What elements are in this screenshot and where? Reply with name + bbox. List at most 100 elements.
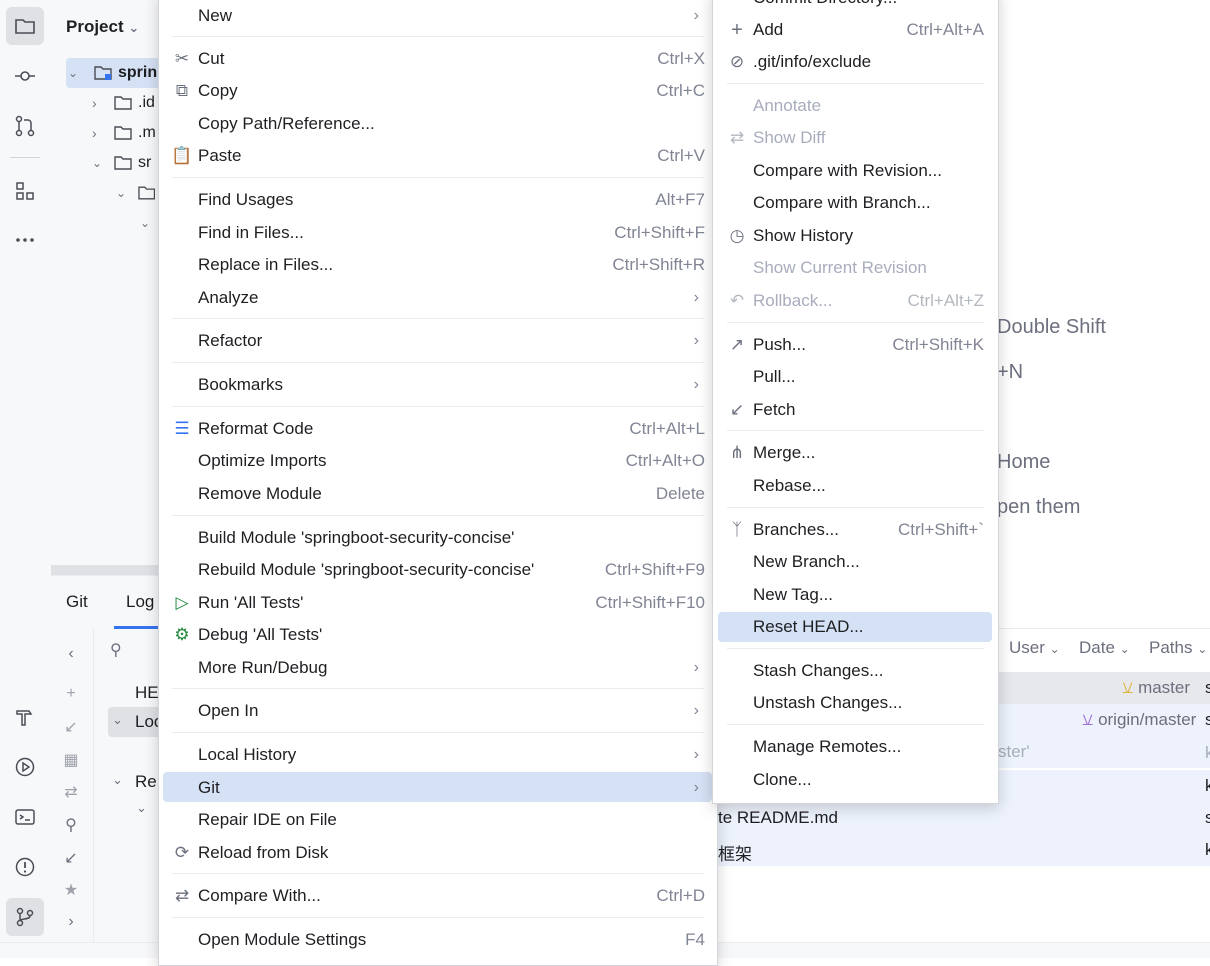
menu-item-cut[interactable]: ✂ Cut Ctrl+X: [170, 43, 705, 75]
menu-item-find-usages[interactable]: Find Usages Alt+F7: [170, 184, 705, 216]
menu-item-show-current-revision[interactable]: Show Current Revision: [725, 252, 984, 284]
menu-item-debug-tests[interactable]: ⚙ Debug 'All Tests': [170, 619, 705, 651]
menu-item-repair-ide[interactable]: Repair IDE on File: [170, 804, 705, 836]
module-folder-icon: [94, 66, 112, 80]
chevron-right-icon: ›: [693, 7, 699, 24]
horizontal-scrollbar[interactable]: [51, 565, 161, 575]
menu-item-rebase[interactable]: Rebase...: [725, 470, 984, 502]
project-tool-button[interactable]: [6, 7, 44, 45]
structure-tool-button[interactable]: [6, 172, 44, 210]
branch-head[interactable]: HE: [135, 683, 159, 703]
run-icon: ▷: [175, 593, 189, 612]
menu-item-git[interactable]: Git ›: [170, 772, 705, 804]
menu-item-show-history[interactable]: ◷ Show History: [725, 220, 984, 252]
chevron-right-icon: ›: [693, 779, 699, 796]
menu-item-git-exclude[interactable]: ⊘ .git/info/exclude: [725, 46, 984, 78]
collapse-left-icon[interactable]: ‹: [61, 644, 81, 664]
column-user[interactable]: User ⌄: [1009, 638, 1060, 658]
menu-item-analyze[interactable]: Analyze ›: [170, 282, 705, 314]
menu-item-reformat-code[interactable]: ☰ Reformat Code Ctrl+Alt+L: [170, 413, 705, 445]
expand-right-icon[interactable]: ›: [61, 912, 81, 932]
menu-item-compare-revision[interactable]: Compare with Revision...: [725, 155, 984, 187]
menu-item-optimize-imports[interactable]: Optimize Imports Ctrl+Alt+O: [170, 445, 705, 477]
fetch-arrow-icon[interactable]: ↙: [61, 717, 81, 737]
column-paths[interactable]: Paths ⌄: [1149, 638, 1207, 658]
menu-item-replace-in-files[interactable]: Replace in Files... Ctrl+Shift+R: [170, 249, 705, 281]
chevron-down-icon: ⌄: [136, 800, 147, 815]
terminal-tool-button[interactable]: [6, 798, 44, 836]
log-row[interactable]: [716, 834, 1210, 866]
tree-item-main[interactable]: ⌄: [116, 178, 161, 208]
branch-search-icon[interactable]: ⚲: [110, 640, 122, 660]
menu-item-fetch[interactable]: ↙ Fetch: [725, 394, 984, 426]
tree-item-root[interactable]: ⌄ sprin: [68, 58, 161, 88]
problems-tool-button[interactable]: [6, 848, 44, 886]
build-tool-button[interactable]: [6, 698, 44, 736]
update-arrow-icon[interactable]: ↙: [61, 848, 81, 868]
menu-item-show-diff[interactable]: ⇄ Show Diff: [725, 122, 984, 154]
menu-item-copy[interactable]: ⧉ Copy Ctrl+C: [170, 75, 705, 107]
menu-item-remove-module[interactable]: Remove Module Delete: [170, 478, 705, 510]
project-panel-title[interactable]: Project ⌄: [66, 17, 139, 37]
plus-icon[interactable]: +: [61, 684, 81, 704]
menu-item-new-tag[interactable]: New Tag...: [725, 579, 984, 611]
menu-item-more-run-debug[interactable]: More Run/Debug ›: [170, 652, 705, 684]
menu-item-clone[interactable]: Clone...: [725, 764, 984, 796]
menu-item-push[interactable]: ↗ Push... Ctrl+Shift+K: [725, 329, 984, 361]
menu-item-annotate[interactable]: Annotate: [725, 90, 984, 122]
menu-item-pull[interactable]: Pull...: [725, 361, 984, 393]
menu-item-add[interactable]: + Add Ctrl+Alt+A: [725, 14, 984, 46]
services-tool-button[interactable]: [6, 748, 44, 786]
chevron-down-icon: ⌄: [116, 186, 127, 200]
tree-item-src[interactable]: ⌄ sr: [92, 148, 161, 178]
folder-icon: [114, 126, 132, 140]
menu-item-run-tests[interactable]: ▷ Run 'All Tests' Ctrl+Shift+F10: [170, 587, 705, 619]
chevron-right-icon: ›: [693, 289, 699, 306]
menu-item-merge[interactable]: ⋔ Merge...: [725, 437, 984, 469]
tab-log[interactable]: Log: [126, 592, 154, 612]
menu-item-branches[interactable]: ᛉ Branches... Ctrl+Shift+`: [725, 514, 984, 546]
menu-item-rebuild-module[interactable]: Rebuild Module 'springboot-security-conc…: [170, 554, 705, 586]
menu-item-new[interactable]: New ›: [170, 0, 705, 32]
tab-git[interactable]: Git: [66, 592, 88, 612]
menu-item-compare-branch[interactable]: Compare with Branch...: [725, 187, 984, 219]
menu-item-bookmarks[interactable]: Bookmarks ›: [170, 369, 705, 401]
menu-item-open-in[interactable]: Open In ›: [170, 695, 705, 727]
menu-item-manage-remotes[interactable]: Manage Remotes...: [725, 731, 984, 763]
star-icon[interactable]: ★: [61, 880, 81, 900]
menu-separator: [727, 83, 984, 84]
menu-item-new-branch[interactable]: New Branch...: [725, 546, 984, 578]
menu-item-copy-path[interactable]: Copy Path/Reference...: [170, 108, 705, 140]
git-tool-button[interactable]: [6, 898, 44, 936]
menu-item-rollback[interactable]: ↶ Rollback... Ctrl+Alt+Z: [725, 285, 984, 317]
menu-item-build-module[interactable]: Build Module 'springboot-security-concis…: [170, 522, 705, 554]
pull-requests-tool-button[interactable]: [6, 107, 44, 145]
menu-item-find-in-files[interactable]: Find in Files... Ctrl+Shift+F: [170, 217, 705, 249]
menu-item-compare-with[interactable]: ⇄ Compare With... Ctrl+D: [170, 880, 705, 912]
services-icon: [15, 757, 35, 777]
menu-item-reset-head[interactable]: Reset HEAD...: [725, 611, 984, 643]
more-tools-button[interactable]: [6, 221, 44, 259]
branch-remote[interactable]: Re: [135, 772, 157, 792]
menu-item-unstash-changes[interactable]: Unstash Changes...: [725, 687, 984, 719]
compare-arrows-icon[interactable]: ⇄: [61, 782, 81, 802]
menu-separator: [172, 873, 704, 874]
debug-icon: ⚙: [174, 625, 190, 644]
search-icon[interactable]: ⚲: [61, 815, 81, 835]
fetch-icon: ↙: [729, 400, 745, 419]
column-date[interactable]: Date ⌄: [1079, 638, 1130, 658]
paste-icon: 📋: [171, 146, 193, 165]
menu-item-stash-changes[interactable]: Stash Changes...: [725, 655, 984, 687]
menu-item-module-settings[interactable]: Open Module Settings F4: [170, 924, 705, 956]
tree-item-mvn[interactable]: › .m: [92, 118, 161, 148]
trash-icon[interactable]: ▦: [61, 750, 81, 770]
menu-item-local-history[interactable]: Local History ›: [170, 739, 705, 771]
commit-tool-button[interactable]: [6, 57, 44, 95]
log-cell-char: s: [1205, 678, 1210, 697]
menu-item-paste[interactable]: 📋 Paste Ctrl+V: [170, 140, 705, 172]
menu-item-reload-from-disk[interactable]: ⟳ Reload from Disk: [170, 837, 705, 869]
log-cell-char: s: [1205, 710, 1210, 729]
menu-item-refactor[interactable]: Refactor ›: [170, 325, 705, 357]
menu-item-commit-directory[interactable]: Commit Directory...: [725, 0, 984, 14]
tree-item-idea[interactable]: › .id: [92, 88, 161, 118]
